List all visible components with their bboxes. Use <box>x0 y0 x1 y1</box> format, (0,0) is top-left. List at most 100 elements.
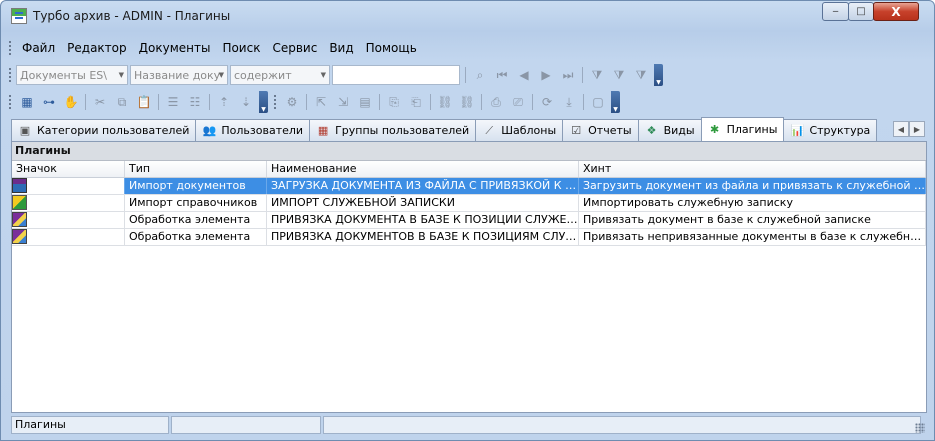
app-window: Турбо архив - ADMIN - Плагины ‒ □ X Файл… <box>0 0 935 441</box>
print-icon[interactable]: ⎙ <box>487 93 505 111</box>
tab-templates[interactable]: ⟋ Шаблоны <box>475 119 564 141</box>
tab-scroll-left-icon[interactable]: ◀ <box>893 121 909 137</box>
table-row[interactable]: Импорт справочников ИМПОРТ СЛУЖЕБНОЙ ЗАП… <box>12 195 926 212</box>
table-row[interactable]: Импорт документов ЗАГРУЗКА ДОКУМЕНТА ИЗ … <box>12 178 926 195</box>
move-up-icon[interactable]: ⇱ <box>312 93 330 111</box>
title-bar[interactable]: Турбо архив - ADMIN - Плагины ‒ □ X <box>1 1 934 31</box>
paste-icon[interactable]: 📋 <box>135 93 153 111</box>
templates-icon: ⟋ <box>485 123 494 137</box>
status-cell-2 <box>171 416 321 434</box>
properties-icon[interactable]: ✋ <box>62 93 80 111</box>
plugin-directory-icon <box>12 195 27 210</box>
minimize-button[interactable]: ‒ <box>822 2 849 21</box>
column-header-type[interactable]: Тип <box>125 161 267 177</box>
filter-clear-icon[interactable]: ⧩ <box>632 66 650 84</box>
column-header-icon[interactable]: Значок <box>12 161 125 177</box>
tab-types[interactable]: ❖ Виды <box>637 119 702 141</box>
toolbar-overflow-button[interactable]: ▼ <box>259 91 268 113</box>
window-title: Турбо архив - ADMIN - Плагины <box>33 9 231 23</box>
toolbar-grip[interactable] <box>9 95 12 109</box>
plugin-import-icon <box>12 178 27 193</box>
maximize-button[interactable]: □ <box>848 2 874 21</box>
field-value: Название доку <box>134 68 221 82</box>
document-type-combo[interactable]: Документы ES\ ▼ <box>16 65 128 85</box>
preview-icon[interactable]: ⎚ <box>509 93 527 111</box>
previous-record-icon[interactable]: ◀ <box>515 66 533 84</box>
filter-icon[interactable]: ⧩ <box>588 66 606 84</box>
menu-help[interactable]: Помощь <box>360 41 423 55</box>
first-record-icon[interactable]: ⏮ <box>493 66 511 84</box>
edit-item-icon[interactable]: ☷ <box>186 93 204 111</box>
menu-editor[interactable]: Редактор <box>61 41 132 55</box>
document-icon[interactable]: ▤ <box>356 93 374 111</box>
tab-label: Группы пользователей <box>335 124 470 137</box>
field-combo[interactable]: Название доку ▼ <box>130 65 228 85</box>
tab-label: Виды <box>663 124 695 137</box>
toolbar-separator <box>582 67 583 83</box>
column-header-name[interactable]: Наименование <box>267 161 579 177</box>
status-text: Плагины <box>11 416 169 434</box>
toolbar-overflow-button[interactable]: ▼ <box>654 64 663 86</box>
tab-structure[interactable]: 📊 Структура <box>783 119 878 141</box>
toolbar-overflow-button[interactable]: ▼ <box>611 91 620 113</box>
condition-combo[interactable]: содержит ▼ <box>230 65 330 85</box>
toolbar-grip[interactable] <box>9 68 12 82</box>
resize-grip-icon[interactable] <box>915 423 925 433</box>
row-type: Обработка элемента <box>125 212 267 228</box>
close-button[interactable]: X <box>873 2 919 21</box>
attach-icon[interactable]: ⎘ <box>385 93 403 111</box>
detach-icon[interactable]: ⎗ <box>407 93 425 111</box>
plugins-icon: ✱ <box>709 123 720 136</box>
last-record-icon[interactable]: ⏭ <box>559 66 577 84</box>
sort-desc-icon[interactable]: ⇣ <box>237 93 255 111</box>
tab-plugins[interactable]: ✱ Плагины <box>700 117 785 141</box>
cut-icon[interactable]: ✂ <box>91 93 109 111</box>
new-item-icon[interactable]: ☰ <box>164 93 182 111</box>
table-row[interactable]: Обработка элемента ПРИВЯЗКА ДОКУМЕНТА В … <box>12 212 926 229</box>
tab-user-groups[interactable]: ▦ Группы пользователей <box>309 119 477 141</box>
grid-view-icon[interactable]: ▦ <box>18 93 36 111</box>
find-icon[interactable]: ⌕ <box>471 66 489 84</box>
condition-value: содержит <box>234 68 292 82</box>
row-name: ПРИВЯЗКА ДОКУМЕНТОВ В БАЗЕ К ПОЗИЦИЯМ СЛ… <box>267 229 579 245</box>
column-header-hint[interactable]: Хинт <box>579 161 926 177</box>
menu-bar: Файл Редактор Документы Поиск Сервис Вид… <box>9 37 927 59</box>
link-icon[interactable]: ⛓ <box>436 93 454 111</box>
menu-grip[interactable] <box>9 41 12 55</box>
menu-view[interactable]: Вид <box>323 41 359 55</box>
blank-page-icon[interactable]: ▢ <box>589 93 607 111</box>
row-icon-cell <box>12 195 125 211</box>
refresh-icon[interactable]: ⟳ <box>538 93 556 111</box>
sort-asc-icon[interactable]: ⇡ <box>215 93 233 111</box>
table-row[interactable]: Обработка элемента ПРИВЯЗКА ДОКУМЕНТОВ В… <box>12 229 926 246</box>
search-input[interactable] <box>332 65 460 85</box>
app-icon <box>11 8 27 24</box>
menu-service[interactable]: Сервис <box>266 41 323 55</box>
unlink-icon[interactable]: ⛓ <box>458 93 476 111</box>
tab-label: Отчеты <box>588 124 632 137</box>
menu-search[interactable]: Поиск <box>216 41 266 55</box>
tab-scroll-right-icon[interactable]: ▶ <box>909 121 925 137</box>
tab-user-categories[interactable]: ▣ Категории пользователей <box>11 119 197 141</box>
row-type: Импорт справочников <box>125 195 267 211</box>
filter-add-icon[interactable]: ⧩ <box>610 66 628 84</box>
copy-icon[interactable]: ⧉ <box>113 93 131 111</box>
toolbar-separator <box>430 94 431 110</box>
panel-title: Плагины <box>12 142 926 161</box>
tab-users[interactable]: 👥 Пользователи <box>195 119 311 141</box>
main-toolbar: ▦ ⊶ ✋ ✂ ⧉ 📋 ☰ ☷ ⇡ ⇣ ▼ ⚙ ⇱ ⇲ ▤ ⎘ ⎗ ⛓ ⛓ ⎙ … <box>9 90 669 114</box>
move-down-icon[interactable]: ⇲ <box>334 93 352 111</box>
structure-icon: 📊 <box>790 124 805 137</box>
menu-file[interactable]: Файл <box>16 41 61 55</box>
tab-label: Категории пользователей <box>37 124 190 137</box>
export-icon[interactable]: ⤓ <box>560 93 578 111</box>
tab-reports[interactable]: ☑ Отчеты <box>562 119 639 141</box>
toolbar-separator <box>209 94 210 110</box>
tree-view-icon[interactable]: ⊶ <box>40 93 58 111</box>
status-bar: Плагины <box>11 414 927 436</box>
next-record-icon[interactable]: ▶ <box>537 66 555 84</box>
settings-icon[interactable]: ⚙ <box>283 93 301 111</box>
menu-documents[interactable]: Документы <box>133 41 217 55</box>
toolbar-separator <box>85 94 86 110</box>
toolbar-grip[interactable] <box>274 95 277 109</box>
